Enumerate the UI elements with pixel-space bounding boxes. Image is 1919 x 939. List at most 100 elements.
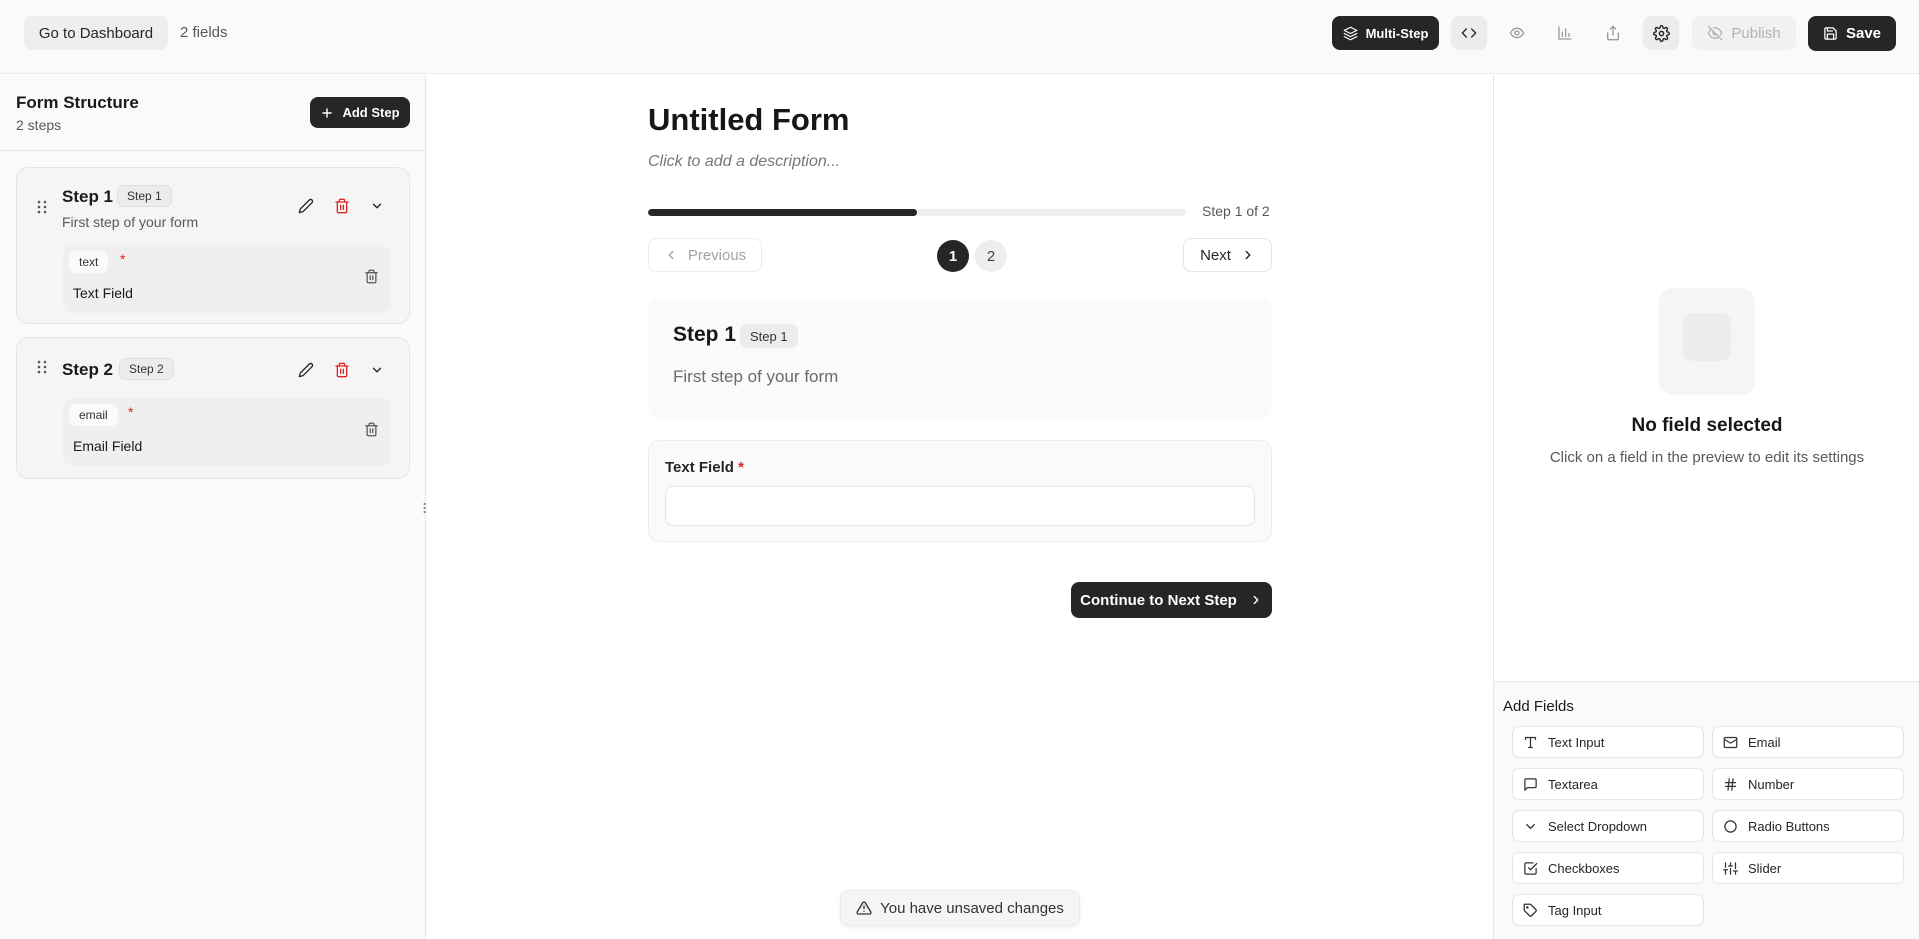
preview-button[interactable] (1499, 16, 1535, 50)
plus-icon (320, 106, 334, 120)
gear-icon (1652, 24, 1670, 42)
hash-icon (1723, 777, 1738, 792)
placeholder-icon (1683, 313, 1731, 361)
step-description: First step of your form (673, 367, 839, 386)
add-select-dropdown-button[interactable]: Select Dropdown (1512, 810, 1704, 842)
field-label: Text Field (73, 285, 133, 301)
alert-triangle-icon (856, 900, 872, 916)
tag-icon (1523, 903, 1538, 918)
sliders-icon (1723, 861, 1738, 876)
step-badge: Step 2 (119, 358, 174, 380)
field-item[interactable]: text * Text Field (63, 245, 391, 313)
share-icon (1605, 25, 1621, 41)
drag-handle-icon[interactable] (37, 200, 47, 214)
previous-button[interactable]: Previous (648, 238, 762, 272)
add-step-label: Add Step (342, 105, 400, 120)
edit-step-button[interactable] (298, 198, 314, 214)
field-type-badge: email (69, 404, 118, 426)
chevron-down-icon (1523, 819, 1538, 834)
collapse-step-button[interactable] (370, 199, 384, 213)
add-step-button[interactable]: Add Step (310, 97, 410, 128)
step-card[interactable]: Step 2 Step 2 email * Email Field (16, 337, 410, 479)
add-field-label: Select Dropdown (1548, 818, 1647, 834)
drag-handle-icon[interactable] (37, 360, 47, 374)
field-type-badge: text (69, 251, 109, 273)
step-indicator-1[interactable]: 1 (937, 240, 969, 272)
add-number-button[interactable]: Number (1712, 768, 1904, 800)
continue-to-next-step-button[interactable]: Continue to Next Step (1071, 582, 1272, 618)
step-badge: Step 1 (117, 185, 172, 207)
multi-step-label: Multi-Step (1365, 25, 1429, 41)
form-title[interactable]: Untitled Form (648, 102, 850, 138)
add-fields-title: Add Fields (1503, 698, 1574, 715)
text-field-input[interactable] (665, 486, 1255, 526)
collapse-step-button[interactable] (370, 363, 384, 377)
check-square-icon (1523, 861, 1538, 876)
add-tag-input-button[interactable]: Tag Input (1512, 894, 1704, 926)
field-settings-panel: No field selected Click on a field in th… (1493, 75, 1919, 939)
add-text-input-button[interactable]: Text Input (1512, 726, 1704, 758)
step-name: Step 1 (62, 187, 114, 206)
delete-field-button[interactable] (364, 269, 379, 284)
field-count: 2 fields (180, 24, 228, 41)
delete-step-button[interactable] (334, 362, 350, 378)
step-progress-bar (648, 209, 1186, 216)
continue-label: Continue to Next Step (1080, 591, 1237, 609)
field-item[interactable]: email * Email Field (63, 398, 391, 466)
add-checkboxes-button[interactable]: Checkboxes (1512, 852, 1704, 884)
analytics-button[interactable] (1547, 16, 1583, 50)
form-structure-panel: Form Structure 2 steps Add Step Step 1 S… (0, 75, 426, 939)
code-view-button[interactable] (1451, 16, 1487, 50)
pencil-icon (298, 198, 314, 214)
save-button[interactable]: Save (1808, 16, 1896, 51)
form-description[interactable]: Click to add a description... (648, 153, 840, 171)
add-slider-button[interactable]: Slider (1712, 852, 1904, 884)
chevron-right-icon (1241, 248, 1255, 262)
field-label: Email Field (73, 438, 143, 454)
type-icon (1523, 735, 1538, 750)
edit-step-button[interactable] (298, 362, 314, 378)
save-icon (1823, 26, 1838, 41)
step-count: 2 steps (16, 117, 62, 133)
delete-step-button[interactable] (334, 198, 350, 214)
required-indicator: * (120, 251, 126, 267)
publish-button[interactable]: Publish (1692, 16, 1796, 50)
empty-state-subtitle: Click on a field in the preview to edit … (1549, 449, 1865, 466)
required-indicator: * (738, 459, 744, 476)
share-button[interactable] (1595, 16, 1631, 50)
delete-field-button[interactable] (364, 422, 379, 437)
add-field-label: Number (1748, 776, 1795, 792)
add-fields-section: Add Fields Text Input Email Textarea Num… (1494, 681, 1919, 939)
chevron-left-icon (664, 248, 678, 262)
step-badge: Step 1 (740, 324, 798, 348)
previous-label: Previous (687, 246, 747, 264)
circle-icon (1723, 819, 1738, 834)
multi-step-toggle-button[interactable]: Multi-Step (1332, 16, 1439, 50)
trash-icon (364, 269, 379, 284)
pencil-icon (298, 362, 314, 378)
unsaved-changes-toast: You have unsaved changes (840, 890, 1080, 926)
mail-icon (1723, 735, 1738, 750)
next-button[interactable]: Next (1183, 238, 1272, 272)
chevron-right-icon (1249, 593, 1263, 607)
chevron-down-icon (370, 199, 384, 213)
eye-icon (1509, 25, 1525, 41)
eye-off-icon (1707, 25, 1723, 41)
go-to-dashboard-button[interactable]: Go to Dashboard (24, 16, 168, 50)
publish-label: Publish (1731, 24, 1781, 42)
trash-icon (334, 198, 350, 214)
settings-button[interactable] (1643, 16, 1679, 50)
add-email-button[interactable]: Email (1712, 726, 1904, 758)
step-indicator-2[interactable]: 2 (975, 240, 1007, 272)
save-label: Save (1845, 25, 1882, 42)
add-field-label: Radio Buttons (1748, 818, 1830, 834)
add-textarea-button[interactable]: Textarea (1512, 768, 1704, 800)
text-field-card[interactable]: Text Field * (648, 440, 1272, 542)
panel-title: Form Structure (16, 93, 139, 112)
add-field-label: Email (1748, 734, 1781, 750)
step-card[interactable]: Step 1 Step 1 First step of your form te… (16, 167, 410, 324)
add-radio-buttons-button[interactable]: Radio Buttons (1712, 810, 1904, 842)
top-toolbar: Go to Dashboard 2 fields Multi-Step Publ… (0, 0, 1919, 74)
progress-text: Step 1 of 2 (1202, 203, 1270, 219)
trash-icon (334, 362, 350, 378)
